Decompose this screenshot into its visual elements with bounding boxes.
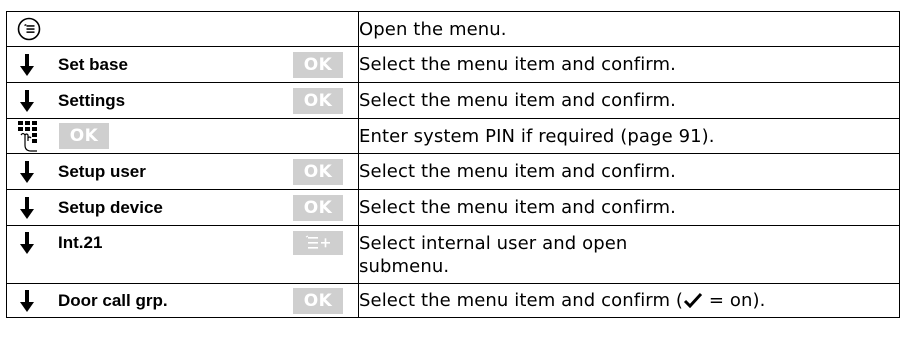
arrow-down-icon [20, 289, 34, 312]
menu-item-label: Door call grp. [58, 290, 168, 310]
step-description: Enter system PIN if required (page 91). [358, 118, 900, 154]
menu-item-label: Int.21 [58, 233, 103, 252]
table-row: Open the menu. [6, 11, 900, 47]
ok-softkey: OK [293, 158, 343, 185]
table-row: Setup user OK Select the menu item and c… [6, 153, 900, 190]
menu-item-label: Setup user [58, 161, 146, 181]
submenu-icon [293, 231, 343, 255]
ok-softkey: OK [293, 287, 343, 314]
ok-softkey: OK [293, 51, 343, 78]
step-description: Select internal user and open submenu. [358, 225, 900, 284]
ok-softkey: OK [293, 87, 343, 114]
step-description: Select the menu item and confirm ( = on)… [358, 283, 900, 318]
arrow-down-icon [20, 196, 34, 219]
menu-item-label: Set base [58, 54, 128, 74]
table-row: Settings OK Select the menu item and con… [6, 82, 900, 119]
arrow-down-icon [20, 232, 34, 254]
description-line: submenu. [359, 256, 450, 277]
arrow-down-icon [20, 160, 34, 183]
keypad-icon [18, 121, 37, 152]
table-row: OK Enter system PIN if required (page 91… [6, 118, 900, 154]
table-row: Int.21 Select internal user and open sub… [6, 225, 900, 284]
step-description: Select the menu item and confirm. [358, 46, 900, 83]
step-description: Select the menu item and confirm. [358, 153, 900, 190]
menu-item-label: Setup device [58, 197, 163, 217]
description-prefix: Select the menu item and confirm ( [359, 290, 684, 311]
ok-softkey: OK [59, 123, 109, 149]
instruction-table: Open the menu. Set base OK Select the me… [6, 11, 900, 318]
description-suffix: = on). [703, 290, 766, 311]
table-row: Setup device OK Select the menu item and… [6, 189, 900, 226]
ok-softkey: OK [293, 194, 343, 221]
check-icon [684, 292, 703, 308]
menu-icon [17, 17, 41, 41]
table-row: Set base OK Select the menu item and con… [6, 46, 900, 83]
table-row: Door call grp. OK Select the menu item a… [6, 283, 900, 318]
step-description: Open the menu. [358, 11, 900, 47]
step-description: Select the menu item and confirm. [358, 189, 900, 226]
menu-item-label: Settings [58, 90, 126, 110]
description-line: Select internal user and open [359, 233, 628, 254]
step-description: Select the menu item and confirm. [358, 82, 900, 119]
arrow-down-icon [20, 53, 34, 76]
arrow-down-icon [20, 89, 34, 112]
